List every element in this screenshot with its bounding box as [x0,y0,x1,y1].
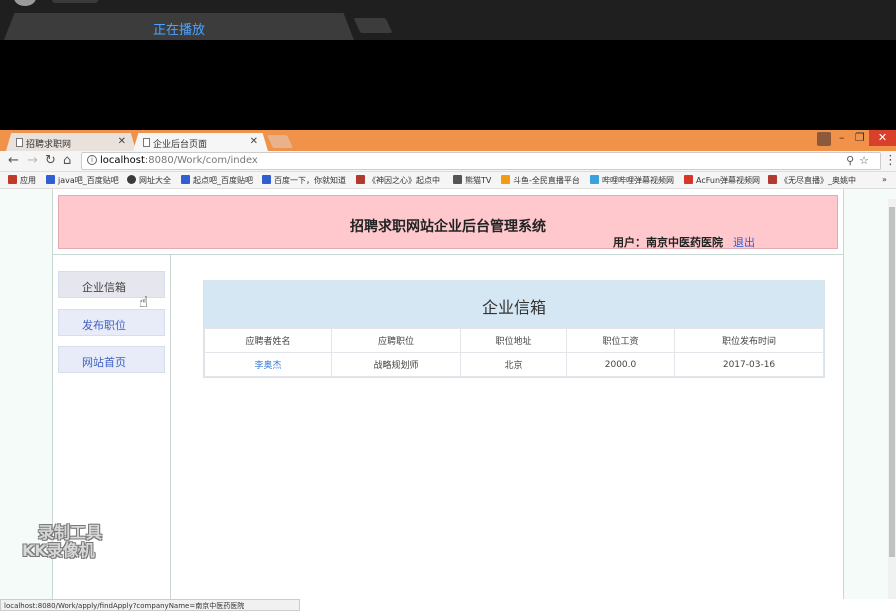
scrollbar-thumb[interactable] [889,207,895,557]
bookmarks-overflow-icon[interactable]: » [882,175,887,184]
applicant-name-link[interactable]: 李奥杰 [204,352,332,377]
nav-home[interactable]: 网站首页 [58,346,165,373]
header-divider [53,254,843,255]
player-status-label: 正在播放 [153,23,206,38]
player-bar: 正在播放 [0,0,896,40]
forward-icon[interactable]: → [27,153,38,168]
status-bar-url: localhost:8080/Work/apply/findApply?comp… [0,599,300,611]
browser-titlebar: 招聘求职网 ✕ 企业后台页面 ✕ – ❐ ✕ [0,130,896,151]
back-icon[interactable]: ← [8,153,19,168]
apps-grid-icon [8,175,17,184]
player-logo-icon [14,0,36,6]
bookmark-item[interactable]: 斗鱼-全民直播平台 [501,175,580,186]
baidu-paw-icon [181,175,190,184]
table-row: 李奥杰 战略规划师 北京 2000.0 2017-03-16 [204,352,824,377]
nav-home-label: 网站首页 [82,356,126,369]
hand-cursor-icon: ☝ [139,293,149,311]
baidu-paw-icon [46,175,55,184]
new-tab-button[interactable] [266,135,294,148]
col-applicant-name: 应聘者姓名 [204,328,332,353]
bookmark-item[interactable]: 《无尽直播》_奥姚中 [768,175,856,186]
bilibili-icon [590,175,599,184]
nav-post-job[interactable]: 发布职位 [58,309,165,336]
bookmarks-bar: 应用 java吧_百度贴吧 网址大全 起点吧_百度贴吧 百度一下，你就知道 《神… [0,172,896,189]
page-content: 招聘求职网站企业后台管理系统 用户：南京中医药医院 退出 企业信箱 发布职位 网… [0,189,896,599]
browser-tab-1[interactable]: 招聘求职网 ✕ [6,133,136,151]
col-salary: 职位工资 [566,328,675,353]
cell-position: 战略规划师 [331,352,461,377]
browser-tab-1-label: 招聘求职网 [26,140,72,150]
bookmark-item[interactable]: AcFun弹幕视频网 [684,175,760,186]
close-window-icon[interactable]: ✕ [869,130,896,146]
bookmark-item[interactable]: 《神因之心》起点中 [356,175,440,186]
close-tab-icon[interactable]: ✕ [250,136,258,147]
mailbox-title: 企业信箱 [204,281,824,328]
nav-mailbox[interactable]: 企业信箱 [58,271,165,298]
browser-tab-2[interactable]: 企业后台页面 ✕ [133,133,268,151]
col-location: 职位地址 [460,328,567,353]
page-title: 招聘求职网站企业后台管理系统 [350,219,546,235]
star-icon[interactable]: ☆ [859,154,874,167]
reload-icon[interactable]: ↻ [45,153,56,168]
home-icon[interactable]: ⌂ [63,153,71,168]
document-icon [16,138,23,147]
player-new-tab[interactable] [353,18,393,33]
pin-icon[interactable]: ⚲ [846,154,859,167]
col-position: 应聘职位 [331,328,461,353]
user-profile-icon[interactable] [817,132,831,146]
main-container: 招聘求职网站企业后台管理系统 用户：南京中医药医院 退出 企业信箱 发布职位 网… [52,189,844,599]
info-icon[interactable]: i [87,155,97,165]
bookmark-item[interactable]: 网址大全 [127,175,171,186]
table-header-row: 应聘者姓名 应聘职位 职位地址 职位工资 职位发布时间 [204,328,824,353]
restore-icon[interactable]: ❐ [855,131,865,144]
logout-link[interactable]: 退出 [733,234,755,250]
user-label: 用户：南京中医药医院 [613,236,723,249]
qidian-icon [356,175,365,184]
nav-mailbox-label: 企业信箱 [82,281,126,294]
watermark-line-1: 录制工具 [38,523,103,542]
panda-icon [453,175,462,184]
bookmark-item[interactable]: 应用 [8,175,36,186]
recorder-watermark: 录制工具 KK录像机 [22,524,102,560]
url-input[interactable]: i localhost:8080/Work/com/index ⚲☆ [81,152,881,170]
page-header: 招聘求职网站企业后台管理系统 用户：南京中医药医院 退出 [58,195,838,249]
browser-tab-2-label: 企业后台页面 [153,140,208,150]
col-publish-date: 职位发布时间 [674,328,824,353]
minimize-icon[interactable]: – [839,131,845,144]
bookmark-item[interactable]: java吧_百度贴吧 [46,175,119,186]
player-pill [52,0,98,3]
cell-location: 北京 [460,352,567,377]
vertical-scrollbar[interactable] [888,199,896,599]
bookmark-item[interactable]: 哔哩哔哩弹幕视频网 [590,175,674,186]
baidu-paw-icon [262,175,271,184]
browser-window: 招聘求职网 ✕ 企业后台页面 ✕ – ❐ ✕ ← → ↻ ⌂ i localho… [0,130,896,611]
nav-post-job-label: 发布职位 [82,319,126,332]
bookmark-item[interactable]: 起点吧_百度贴吧 [181,175,253,186]
close-tab-icon[interactable]: ✕ [118,136,126,147]
url-host: localhost [100,155,145,166]
address-bar: ← → ↻ ⌂ i localhost:8080/Work/com/index … [0,151,896,172]
mailbox-panel: 企业信箱 应聘者姓名 应聘职位 职位地址 职位工资 职位发布时间 李奥杰 战略规… [203,280,825,378]
mailbox-table: 应聘者姓名 应聘职位 职位地址 职位工资 职位发布时间 李奥杰 战略规划师 北京… [204,328,824,377]
cell-salary: 2000.0 [566,352,675,377]
book-icon [768,175,777,184]
document-icon [143,138,150,147]
url-path: :8080/Work/com/index [144,155,258,166]
bookmark-item[interactable]: 熊猫TV [453,175,491,186]
site-icon [127,175,136,184]
menu-icon[interactable]: ⋮ [884,153,896,168]
watermark-line-2: KK录像机 [22,541,95,560]
bookmark-item[interactable]: 百度一下，你就知道 [262,175,346,186]
douyu-icon [501,175,510,184]
cell-publish-date: 2017-03-16 [674,352,824,377]
player-area: 正在播放 [0,0,896,130]
acfun-icon [684,175,693,184]
